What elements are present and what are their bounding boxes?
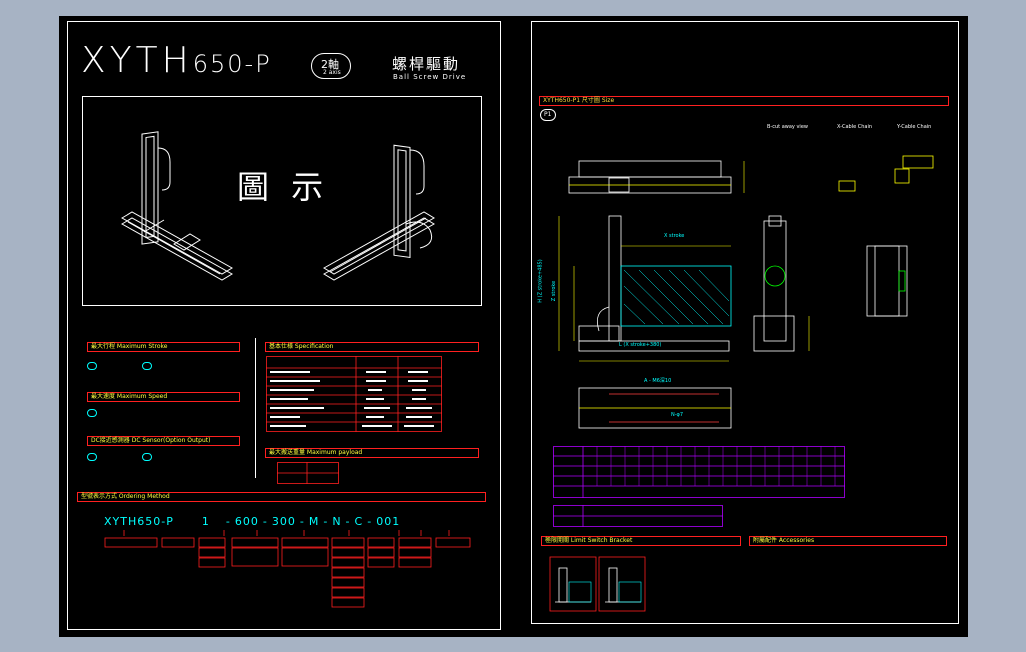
x-stroke-label: X stroke (664, 233, 685, 239)
sensor-section-header: DC接近感測器 DC Sensor(Option Output) (87, 436, 240, 446)
accessory-sketches (549, 556, 646, 612)
payload-section-header: 最大搬送重量 Maximum payload (265, 448, 479, 458)
sensor-option-1[interactable] (87, 453, 97, 461)
model-name: XYTH (81, 40, 193, 81)
axis-badge-label-en: 2 axis (323, 69, 341, 76)
payload-table (277, 462, 339, 484)
view-number: P1 (544, 111, 552, 118)
sensor-option-2[interactable] (142, 453, 152, 461)
n-hole-label: N-φ7 (671, 412, 684, 418)
ordering-legend (104, 530, 471, 608)
dimension-drawing (558, 155, 934, 429)
stroke-option-1[interactable] (87, 362, 97, 370)
a-hole-label: A - M6深10 (644, 378, 672, 384)
spec-section-header: 基本仕様 Specification (265, 342, 479, 352)
model-title: XYTH650-P (81, 40, 272, 81)
ordering-section-header: 型號表示方式 Ordering Method (77, 492, 486, 502)
size-section-header: XYTH650-P1 尺寸圖 Size (539, 96, 949, 106)
speed-section-header: 最大速度 Maximum Speed (87, 392, 240, 402)
l-dim-label: L (X stroke+380) (619, 342, 662, 348)
stroke-section-header: 最大行程 Maximum Stroke (87, 342, 240, 352)
limit-switch-header: 極限開關 Limit Switch Bracket (541, 536, 741, 546)
spec-table (266, 356, 442, 432)
axis-badge: 2軸 2 axis (311, 53, 351, 79)
vertical-divider (255, 338, 256, 478)
accessories-header: 附屬配件 Accessories (749, 536, 947, 546)
view-number-badge: P1 (540, 109, 556, 121)
robot-iso-left (121, 131, 233, 281)
z-table (553, 505, 723, 527)
stroke-option-2[interactable] (142, 362, 152, 370)
product-name-en: Ball Screw Drive (393, 73, 467, 81)
z-stroke-label: Z stroke (551, 280, 558, 302)
drawing-sheet: XYTH650-P 2軸 2 axis 螺桿驅動 Ball Screw Driv… (59, 16, 968, 637)
model-suffix: 650-P (192, 50, 272, 78)
product-name-cn: 螺桿驅動 (392, 55, 461, 73)
robot-iso-right (323, 144, 435, 281)
h-dim-label: H (Z stroke+485) (537, 259, 544, 303)
dimension-table (553, 446, 845, 498)
speed-option-1[interactable] (87, 409, 97, 417)
